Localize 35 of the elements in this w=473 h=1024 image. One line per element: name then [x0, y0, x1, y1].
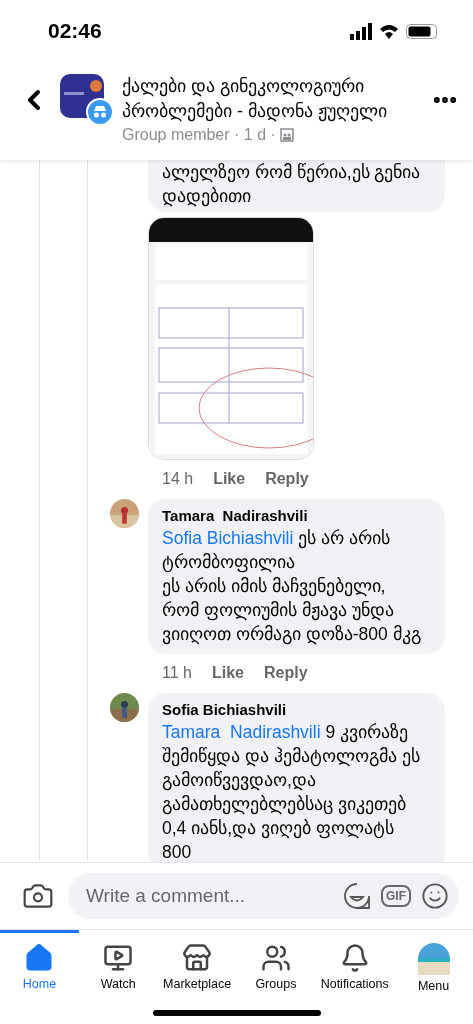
nav-tab[interactable]: Marketplace [157, 930, 237, 1024]
nav-tab[interactable]: Notifications [315, 930, 395, 1024]
comment-text: Tamara Nadirashvili 9 კვირაზე შემიწყდა და ჰემატოლოგმა ეს გამოიწვევდაო,და გამათხელებლებსაც ვიკეთებ 0,4 იანს,და ვიღებ ფოლატს 800 [162, 721, 421, 862]
comment-author[interactable]: Tamara Nadirashvili [162, 507, 427, 524]
nav-tab[interactable]: Home [0, 930, 79, 1024]
gif-button[interactable]: GIF [381, 885, 411, 907]
emoji-icon[interactable] [421, 882, 449, 910]
like-link[interactable]: Like [213, 470, 246, 488]
wifi-icon [379, 23, 399, 39]
status-time: 02:46 [48, 19, 102, 43]
comment-field[interactable]: Write a comment... GIF [68, 873, 459, 919]
comment-text: ალელზეო რომ წერია,ეს გენია დადებითი [162, 161, 422, 208]
video-icon [103, 943, 134, 973]
groups-icon [260, 943, 291, 973]
nav-tab[interactable]: Groups [236, 930, 316, 1024]
battery-icon [406, 23, 437, 39]
shop-icon [182, 943, 213, 973]
mention-link[interactable]: Sofia Bichiashvili [162, 528, 294, 548]
comment-time: 11 h [162, 664, 192, 682]
home-icon [24, 943, 55, 973]
like-link[interactable]: Like [211, 664, 244, 682]
comment-text: Sofia Bichiashvili ეს არ არის ტრომბოფილია ეს არის იმის მაჩვენებელი, რომ ფოლიუმის მჟავა უნდა ვიიღოთ ორმაგი დოზა-800 მკგ [162, 527, 422, 646]
nav-tab[interactable]: Watch [78, 930, 158, 1024]
mention-link[interactable]: Tamara Nadirashvili [162, 722, 321, 742]
comment-time: 14 h [162, 470, 194, 488]
reply-link[interactable]: Reply [265, 470, 309, 488]
post-meta: Group member · 1 d · [122, 126, 276, 144]
signal-icon [350, 22, 372, 40]
incognito-icon [86, 98, 114, 126]
group-title[interactable]: ქალები და გინეკოლოგიური პრობლემები - მადონა ჟუღელი [122, 74, 421, 124]
group-icon [279, 128, 294, 142]
reply-link[interactable]: Reply [263, 664, 308, 682]
comment-author[interactable]: Sofia Bichiashvili [162, 701, 427, 718]
sticker-icon[interactable] [343, 882, 371, 910]
nav-tab[interactable]: Menu [394, 930, 473, 1024]
